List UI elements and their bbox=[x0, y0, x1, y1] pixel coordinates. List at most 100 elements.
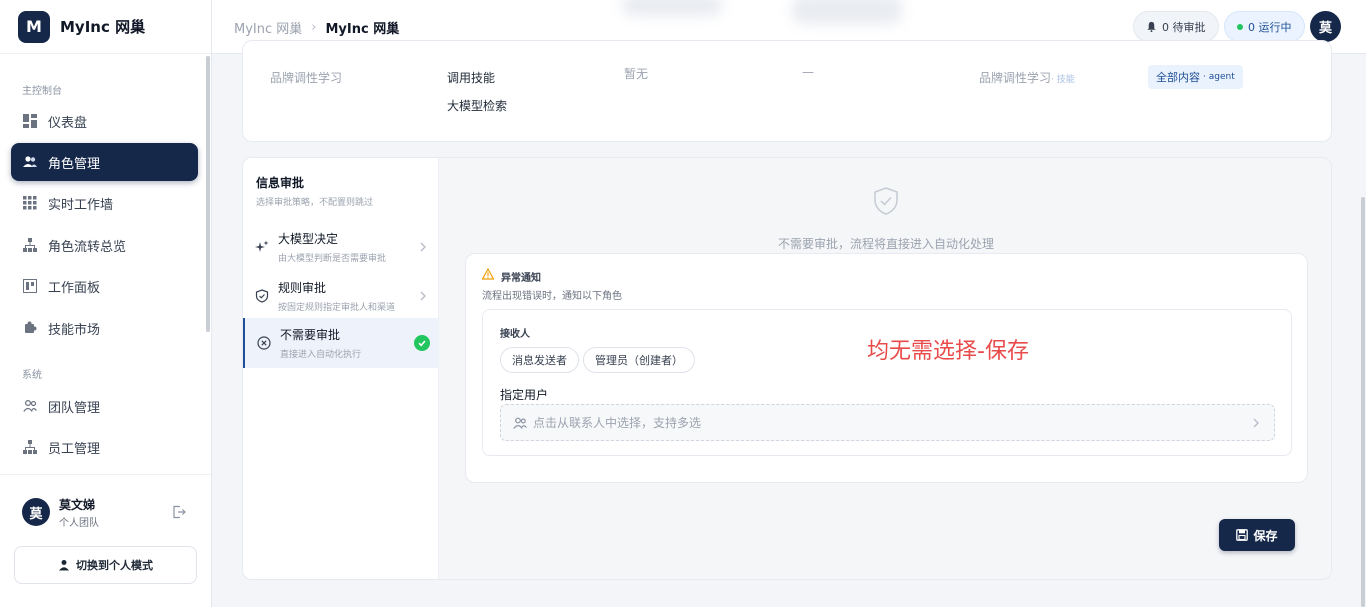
breadcrumb-root[interactable]: MyInc 网巢 bbox=[234, 18, 302, 37]
chevron-right-icon bbox=[419, 241, 427, 253]
approval-options-panel: 信息审批 选择审批策略，不配置则跳过 大模型决定 由大模型判断是否需要审批 规则… bbox=[243, 158, 439, 579]
table-cell: — bbox=[802, 65, 814, 79]
running-status-button[interactable]: 0 运行中 bbox=[1224, 11, 1305, 42]
approval-detail-panel: 不需要审批，流程将直接进入自动化处理 异常通知 流程出现错误时，通知以下角色 接… bbox=[439, 158, 1331, 579]
exception-notify-title: 异常通知 bbox=[501, 273, 541, 284]
option-llm-decide[interactable]: 大模型决定 由大模型判断是否需要审批 bbox=[243, 222, 439, 272]
user-team: 个人团队 bbox=[59, 518, 99, 529]
avatar[interactable]: 莫 bbox=[1310, 11, 1341, 42]
brand[interactable]: M MyInc 网巢 bbox=[0, 0, 211, 54]
table-cell: 品牌调性学习· 技能 bbox=[979, 69, 1075, 86]
sidebar-item-work-board[interactable]: 工作面板 bbox=[11, 267, 198, 305]
sparkle-icon bbox=[255, 240, 269, 254]
sidebar-item-staff[interactable]: 员工管理 bbox=[11, 428, 198, 466]
recipient-chip-sender[interactable]: 消息发送者 bbox=[500, 347, 579, 373]
save-icon bbox=[1236, 529, 1249, 541]
sidebar-item-role-flow[interactable]: 角色流转总览 bbox=[11, 226, 198, 264]
chevron-right-icon bbox=[419, 290, 427, 302]
switch-mode-button[interactable]: 切换到个人模式 bbox=[14, 546, 197, 584]
scope-tag: 全部内容 · agent bbox=[1148, 65, 1243, 89]
save-label: 保存 bbox=[1253, 528, 1278, 543]
breadcrumb-separator-icon: › bbox=[311, 20, 317, 35]
section-main-label: 主控制台 bbox=[22, 86, 62, 97]
option-subtitle: 由大模型判断是否需要审批 bbox=[278, 254, 387, 264]
sidebar-item-label: 实时工作墙 bbox=[48, 197, 114, 213]
logo: M bbox=[18, 10, 50, 43]
blurred-decoration bbox=[792, 0, 902, 24]
sidebar-item-label: 工作面板 bbox=[48, 280, 101, 296]
recipient-chip-admin[interactable]: 管理员（创建者） bbox=[583, 347, 695, 373]
user-block: 莫 莫文娣 个人团队 切换到个人模式 bbox=[0, 474, 211, 607]
recipients-label: 接收人 bbox=[500, 329, 530, 340]
breadcrumb-current: MyInc 网巢 bbox=[325, 22, 400, 37]
approval-title: 信息审批 bbox=[256, 176, 305, 190]
running-label: 0 运行中 bbox=[1248, 20, 1292, 34]
approval-subtitle: 选择审批策略，不配置则跳过 bbox=[256, 198, 374, 208]
table-cell: 大模型检索 bbox=[447, 99, 508, 113]
sidebar-item-dashboard[interactable]: 仪表盘 bbox=[11, 102, 198, 140]
user-name: 莫文娣 bbox=[59, 498, 96, 512]
org-icon bbox=[23, 440, 37, 454]
no-approval-message: 不需要审批，流程将直接进入自动化处理 bbox=[777, 237, 994, 251]
page-scrollbar[interactable] bbox=[1361, 197, 1365, 607]
sidebar-item-label: 员工管理 bbox=[48, 441, 101, 457]
logout-icon[interactable] bbox=[172, 505, 186, 519]
switch-mode-label: 切换到个人模式 bbox=[76, 559, 153, 572]
sidebar-item-label: 技能市场 bbox=[48, 322, 101, 338]
warning-icon bbox=[481, 267, 495, 280]
option-subtitle: 按固定规则指定审批人和渠道 bbox=[278, 303, 396, 313]
users-label: 指定用户 bbox=[500, 388, 549, 402]
dashboard-icon bbox=[23, 114, 37, 128]
option-title: 大模型决定 bbox=[278, 232, 339, 246]
annotation-text: 均无需选择-保存 bbox=[867, 339, 1029, 364]
sidebar-item-team[interactable]: 团队管理 bbox=[11, 387, 198, 425]
option-title: 不需要审批 bbox=[280, 328, 341, 342]
table-cell: 品牌调性学习 bbox=[270, 71, 343, 85]
option-subtitle: 直接进入自动化执行 bbox=[280, 350, 362, 360]
shield-check-icon bbox=[873, 186, 899, 216]
option-title: 规则审批 bbox=[278, 281, 327, 295]
sidebar-item-roles[interactable]: 角色管理 bbox=[11, 143, 198, 181]
sidebar-item-live-wall[interactable]: 实时工作墙 bbox=[11, 184, 198, 222]
exception-notify-card: 异常通知 流程出现错误时，通知以下角色 接收人 消息发送者 管理员（创建者） 均… bbox=[465, 253, 1308, 483]
board-icon bbox=[23, 279, 37, 293]
circle-x-icon bbox=[257, 336, 271, 350]
brand-name: MyInc 网巢 bbox=[60, 18, 146, 36]
bell-icon bbox=[1147, 21, 1156, 32]
pending-approvals-button[interactable]: 0 待审批 bbox=[1133, 11, 1219, 42]
user-picker[interactable]: 点击从联系人中选择，支持多选 bbox=[500, 404, 1275, 441]
option-no-approval[interactable]: 不需要审批 直接进入自动化执行 bbox=[243, 318, 439, 368]
person-icon bbox=[59, 560, 69, 571]
scope-tag-label: 全部内容 bbox=[1156, 71, 1200, 84]
save-button[interactable]: 保存 bbox=[1219, 519, 1295, 551]
grid-icon bbox=[23, 196, 37, 210]
user-picker-placeholder: 点击从联系人中选择，支持多选 bbox=[533, 416, 702, 430]
table-cell: 暂无 bbox=[624, 67, 649, 81]
flow-icon bbox=[23, 238, 37, 252]
puzzle-icon bbox=[23, 321, 37, 335]
approval-card: 信息审批 选择审批策略，不配置则跳过 大模型决定 由大模型判断是否需要审批 规则… bbox=[242, 157, 1332, 580]
sidebar-item-skill-market[interactable]: 技能市场 bbox=[11, 309, 198, 347]
sidebar-scrollbar[interactable] bbox=[206, 56, 210, 332]
sidebar-item-label: 角色管理 bbox=[48, 156, 101, 172]
users-icon bbox=[513, 417, 527, 429]
sidebar-item-label: 团队管理 bbox=[48, 400, 101, 416]
sidebar-item-label: 仪表盘 bbox=[48, 115, 88, 131]
pending-label: 0 待审批 bbox=[1162, 20, 1206, 34]
sidebar-item-label: 角色流转总览 bbox=[48, 239, 127, 255]
sidebar: M MyInc 网巢 主控制台 仪表盘 角色管理 实时工作墙 角色流转总览 工作… bbox=[0, 0, 212, 607]
exception-notify-subtitle: 流程出现错误时，通知以下角色 bbox=[482, 291, 622, 302]
breadcrumb: MyInc 网巢 › MyInc 网巢 bbox=[234, 18, 399, 37]
avatar[interactable]: 莫 bbox=[22, 498, 50, 526]
scope-tag-suffix: · agent bbox=[1203, 72, 1235, 82]
shield-icon bbox=[255, 289, 269, 303]
users-icon bbox=[23, 155, 37, 169]
check-icon bbox=[414, 335, 430, 351]
recipients-card: 接收人 消息发送者 管理员（创建者） 均无需选择-保存 指定用户 点击从联系人中… bbox=[482, 309, 1292, 456]
skills-table-card: 品牌调性学习 调用技能 大模型检索 暂无 — 品牌调性学习· 技能 全部内容 · … bbox=[242, 40, 1332, 142]
option-rule-approval[interactable]: 规则审批 按固定规则指定审批人和渠道 bbox=[243, 271, 439, 321]
blurred-decoration bbox=[622, 0, 722, 16]
section-system-label: 系统 bbox=[22, 370, 42, 381]
table-cell-suffix: · 技能 bbox=[1051, 75, 1075, 85]
table-cell: 调用技能 bbox=[447, 71, 496, 85]
